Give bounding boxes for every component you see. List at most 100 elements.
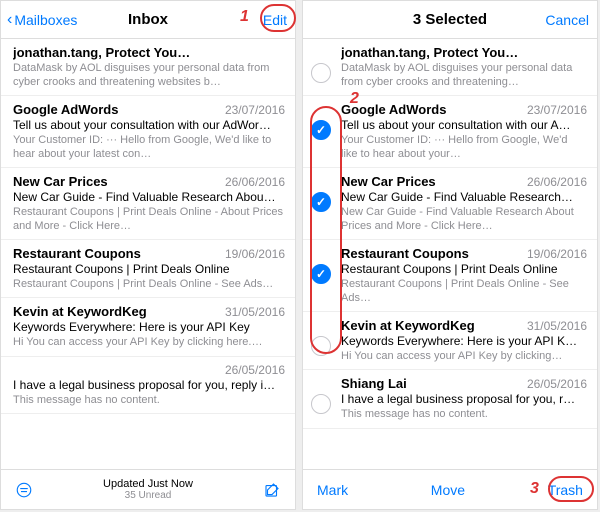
date: 19/06/2016 (527, 247, 587, 261)
checkmark-icon (311, 264, 331, 284)
sender: Google AdWords (341, 102, 446, 117)
select-checkbox[interactable] (311, 376, 333, 421)
edit-toolbar: Mark Move Trash (303, 469, 597, 509)
preview: Restaurant Coupons | Print Deals Online … (13, 205, 285, 233)
preview: DataMask by AOL disguises your personal … (13, 61, 285, 89)
preview: Restaurant Coupons | Print Deals Online … (13, 277, 285, 291)
edit-button[interactable]: Edit (263, 12, 287, 28)
subject: New Car Guide - Find Valuable Research… (341, 190, 587, 204)
checkmark-icon (311, 120, 331, 140)
preview: Restaurant Coupons | Print Deals Online … (341, 277, 587, 305)
sender: Restaurant Coupons (341, 246, 469, 261)
inbox-screen: ‹ Mailboxes Inbox Edit jonathan.tang, Pr… (0, 0, 296, 510)
mail-list: jonathan.tang, Protect Your Personal Dat… (1, 39, 295, 469)
circle-icon (311, 336, 331, 356)
sender: New Car Prices (13, 174, 108, 189)
sender: jonathan.tang, Protect Your Personal Dat… (341, 45, 521, 60)
preview: Hi You can access your API Key by clicki… (13, 335, 285, 349)
mail-content: New Car Prices 26/06/2016 New Car Guide -… (341, 174, 587, 233)
mail-list: jonathan.tang, Protect Your Personal Dat… (303, 39, 597, 469)
cancel-button[interactable]: Cancel (545, 12, 589, 28)
compose-icon[interactable] (261, 479, 283, 501)
mail-content: Restaurant Coupons 19/06/2016 Restaurant … (341, 246, 587, 305)
sender: Shiang Lai (341, 376, 407, 391)
chevron-left-icon: ‹ (7, 11, 12, 29)
mail-content: Google AdWords 23/07/2016 Tell us about y… (341, 102, 587, 161)
mail-row[interactable]: Google AdWords 23/07/2016 Tell us about y… (1, 96, 295, 168)
nav-bar: ‹ Mailboxes Inbox Edit (1, 1, 295, 39)
mail-row[interactable]: Kevin at KeywordKeg 31/05/2016 Keywords E… (303, 312, 597, 370)
preview: This message has no content. (341, 407, 587, 421)
subject: Keywords Everywhere: Here is your API K… (341, 334, 587, 348)
preview: DataMask by AOL disguises your personal … (341, 61, 587, 89)
date: 26/05/2016 (225, 363, 285, 377)
move-button[interactable]: Move (431, 482, 465, 498)
date: 26/06/2016 (527, 175, 587, 189)
select-screen: 3 Selected Cancel jonathan.tang, Protect… (302, 0, 598, 510)
mail-content: Restaurant Coupons 19/06/2016 Restaurant … (13, 246, 285, 291)
circle-icon (311, 63, 331, 83)
select-checkbox[interactable] (311, 174, 333, 233)
select-checkbox[interactable] (311, 318, 333, 363)
mail-row[interactable]: New Car Prices 26/06/2016 New Car Guide -… (1, 168, 295, 240)
preview: New Car Guide - Find Valuable Research A… (341, 205, 587, 233)
circle-icon (311, 394, 331, 414)
mail-row[interactable]: Kevin at KeywordKeg 31/05/2016 Keywords E… (1, 298, 295, 356)
date: 31/05/2016 (527, 319, 587, 333)
subject: Keywords Everywhere: Here is your API Ke… (13, 320, 285, 334)
mail-content: 26/05/2016 I have a legal business propo… (13, 363, 285, 407)
sender: Kevin at KeywordKeg (13, 304, 147, 319)
subject: I have a legal business proposal for you… (341, 392, 587, 406)
date: 19/06/2016 (225, 247, 285, 261)
date: 23/07/2016 (225, 103, 285, 117)
sender: Kevin at KeywordKeg (341, 318, 475, 333)
subject: Restaurant Coupons | Print Deals Online (13, 262, 285, 276)
checkmark-icon (311, 192, 331, 212)
sender: Restaurant Coupons (13, 246, 141, 261)
subject: I have a legal business proposal for you… (13, 378, 285, 392)
select-checkbox[interactable] (311, 45, 333, 89)
mail-row[interactable]: Shiang Lai 26/05/2016 I have a legal busi… (303, 370, 597, 428)
mail-content: Kevin at KeywordKeg 31/05/2016 Keywords E… (13, 304, 285, 349)
mail-row[interactable]: jonathan.tang, Protect Your Personal Dat… (1, 39, 295, 96)
mail-row[interactable]: New Car Prices 26/06/2016 New Car Guide -… (303, 168, 597, 240)
subject: Restaurant Coupons | Print Deals Online (341, 262, 587, 276)
date: 31/05/2016 (225, 305, 285, 319)
preview: Hi You can access your API Key by clicki… (341, 349, 587, 363)
back-label: Mailboxes (14, 12, 77, 28)
status-text: Updated Just Now 35 Unread (35, 478, 261, 501)
nav-bar: 3 Selected Cancel (303, 1, 597, 39)
mail-row[interactable]: 26/05/2016 I have a legal business propo… (1, 357, 295, 414)
subject: New Car Guide - Find Valuable Research A… (13, 190, 285, 204)
page-title: Inbox (128, 11, 168, 28)
sender: New Car Prices (341, 174, 436, 189)
trash-button[interactable]: Trash (548, 482, 583, 498)
date: 26/05/2016 (527, 377, 587, 391)
filter-icon[interactable] (13, 479, 35, 501)
sender: Google AdWords (13, 102, 118, 117)
subject: Tell us about your consultation with our… (13, 118, 285, 132)
mark-button[interactable]: Mark (317, 482, 348, 498)
mail-content: jonathan.tang, Protect Your Personal Dat… (13, 45, 285, 89)
preview: Your Customer ID: ··· Hello from Google,… (13, 133, 285, 161)
mail-content: New Car Prices 26/06/2016 New Car Guide -… (13, 174, 285, 233)
back-button[interactable]: ‹ Mailboxes (7, 11, 77, 29)
mail-row[interactable]: Restaurant Coupons 19/06/2016 Restaurant … (1, 240, 295, 298)
mail-row[interactable]: Restaurant Coupons 19/06/2016 Restaurant … (303, 240, 597, 312)
preview: Your Customer ID: ··· Hello from Google,… (341, 133, 587, 161)
selection-count: 3 Selected (413, 11, 487, 28)
mail-content: Google AdWords 23/07/2016 Tell us about y… (13, 102, 285, 161)
select-checkbox[interactable] (311, 102, 333, 161)
select-checkbox[interactable] (311, 246, 333, 305)
preview: This message has no content. (13, 393, 285, 407)
mail-row[interactable]: jonathan.tang, Protect Your Personal Dat… (303, 39, 597, 96)
footer-bar: Updated Just Now 35 Unread (1, 469, 295, 509)
sender: jonathan.tang, Protect Your Personal Dat… (13, 45, 193, 60)
subject: Tell us about your consultation with our… (341, 118, 587, 132)
date: 23/07/2016 (527, 103, 587, 117)
date: 26/06/2016 (225, 175, 285, 189)
mail-content: Kevin at KeywordKeg 31/05/2016 Keywords E… (341, 318, 587, 363)
mail-row[interactable]: Google AdWords 23/07/2016 Tell us about y… (303, 96, 597, 168)
mail-content: jonathan.tang, Protect Your Personal Dat… (341, 45, 587, 89)
mail-content: Shiang Lai 26/05/2016 I have a legal busi… (341, 376, 587, 421)
